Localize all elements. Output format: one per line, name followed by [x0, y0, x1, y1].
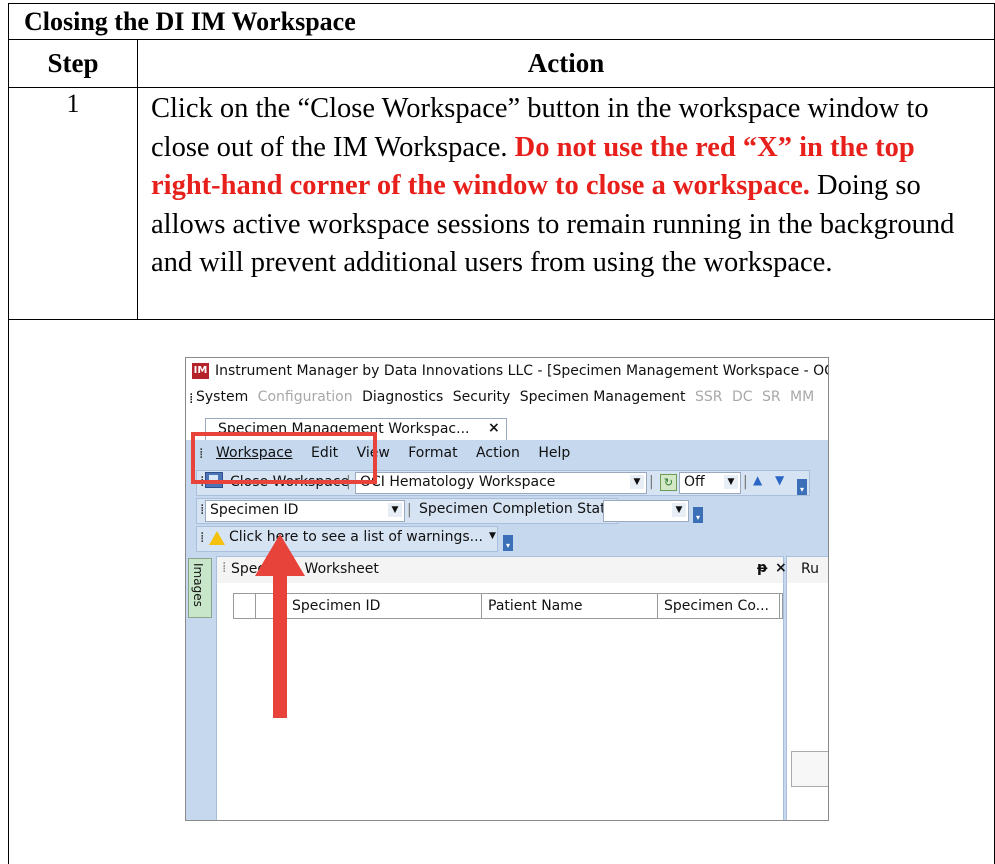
chevron-down-icon: ▼: [388, 503, 402, 517]
step-column-header: Step: [8, 39, 138, 88]
menu-security[interactable]: Security: [453, 389, 511, 405]
column-specimen-id[interactable]: Specimen ID: [278, 594, 482, 618]
menu-system[interactable]: System: [196, 389, 248, 405]
action-cell: Click on the “Close Workspace” button in…: [137, 87, 995, 320]
toolbar-overflow-icon[interactable]: ▾: [693, 507, 703, 523]
instruction-text: Click on the “Close Workspace” button in…: [151, 90, 981, 283]
action-column-header: Action: [137, 39, 995, 88]
grip-icon: ⁞: [222, 560, 227, 576]
toolbar-separator: |: [649, 474, 654, 490]
results-pane-title: Ru: [801, 561, 819, 577]
filter-toolbar: ⁞ Specimen ID ▼ | Specimen Completion St…: [196, 498, 703, 524]
auto-refresh-select[interactable]: Off ▼: [679, 472, 741, 494]
chevron-down-icon: ▼: [630, 475, 644, 489]
table-title: Closing the DI IM Workspace: [24, 7, 356, 36]
images-side-tab[interactable]: Images: [188, 558, 212, 618]
completion-status-filter-label-wrap: Specimen Completion Status: [415, 500, 622, 520]
specimen-id-filter[interactable]: Specimen ID ▼: [205, 500, 405, 522]
toolbar-overflow-icon[interactable]: ▾: [503, 535, 513, 551]
app-logo: IM: [192, 363, 209, 379]
main-menu-bar: ⁞ System Configuration Diagnostics Secur…: [186, 386, 828, 412]
column-specimen-completion[interactable]: Specimen Co...: [658, 594, 780, 618]
refresh-icon[interactable]: ↻: [660, 474, 677, 491]
toolbar-separator: |: [407, 502, 412, 518]
workspace-select[interactable]: OCI Hematology Workspace ▼: [355, 472, 647, 494]
results-pane-scroll-box[interactable]: [791, 751, 828, 787]
completion-status-filter[interactable]: ▼: [603, 500, 689, 522]
chevron-down-icon[interactable]: ▼: [489, 531, 496, 541]
menu-ssr[interactable]: SSR: [695, 389, 723, 405]
specimen-worksheet-pane: ⁞ Specimen Worksheet ᵽ × Specimen ID Pat…: [216, 556, 787, 820]
chevron-down-icon: ▼: [672, 503, 686, 517]
results-pane: Ru: [786, 556, 828, 820]
arrow-shaft: [273, 574, 287, 718]
menu-mm[interactable]: MM: [790, 389, 814, 405]
close-icon[interactable]: ×: [775, 560, 787, 576]
menu-action[interactable]: Action: [476, 445, 520, 461]
move-down-icon[interactable]: ▼: [775, 473, 784, 487]
highlight-box: [191, 432, 377, 484]
menu-specimen-management[interactable]: Specimen Management: [520, 389, 686, 405]
grip-icon: ⁞: [200, 502, 205, 518]
table-title-row: Closing the DI IM Workspace: [8, 3, 995, 40]
warnings-toolbar: ⁞ Click here to see a list of warnings..…: [196, 526, 513, 552]
menu-dc[interactable]: DC: [732, 389, 753, 405]
grip-icon: ⁞: [200, 530, 205, 546]
toolbar-separator: |: [743, 474, 748, 490]
completion-status-filter-label: Specimen Completion Status: [419, 501, 622, 517]
menu-configuration[interactable]: Configuration: [258, 389, 353, 405]
worksheet-grid-header: Specimen ID Patient Name Specimen Co...: [233, 593, 783, 619]
auto-refresh-value: Off: [684, 474, 705, 490]
menu-diagnostics[interactable]: Diagnostics: [362, 389, 443, 405]
pin-icon[interactable]: ᵽ: [757, 560, 767, 576]
window-title: Instrument Manager by Data Innovations L…: [215, 363, 829, 379]
window-title-bar: IM Instrument Manager by Data Innovation…: [186, 358, 828, 386]
specimen-id-filter-label: Specimen ID: [210, 502, 299, 518]
arrow-head: [255, 534, 305, 576]
chevron-down-icon: ▼: [724, 475, 738, 489]
images-side-tab-label: Images: [191, 563, 205, 607]
grip-icon: ⁞: [189, 391, 194, 407]
tab-close-icon[interactable]: ×: [488, 420, 500, 436]
warning-icon: [209, 531, 225, 545]
column-patient-name[interactable]: Patient Name: [482, 594, 658, 618]
results-pane-header: Ru: [787, 557, 828, 583]
menu-help[interactable]: Help: [538, 445, 570, 461]
row-indicator-column: [234, 594, 256, 618]
toolbar-overflow-icon[interactable]: ▾: [797, 479, 807, 495]
move-up-icon[interactable]: ▲: [753, 473, 762, 487]
workspace-select-value: OCI Hematology Workspace: [360, 474, 556, 490]
step-number: 1: [8, 87, 138, 320]
menu-format[interactable]: Format: [408, 445, 457, 461]
menu-sr[interactable]: SR: [762, 389, 781, 405]
